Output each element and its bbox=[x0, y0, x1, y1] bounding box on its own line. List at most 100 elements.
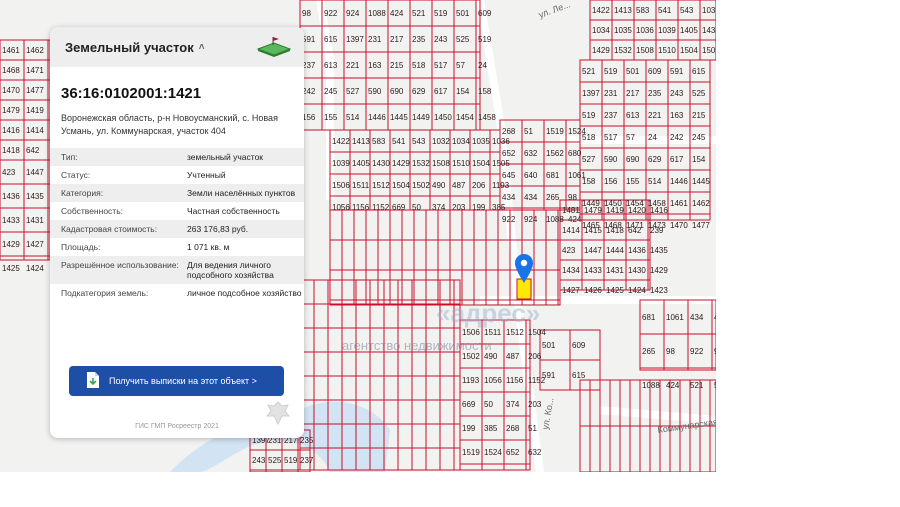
parcel-outline[interactable] bbox=[329, 209, 343, 241]
chevron-up-icon[interactable]: ˄ bbox=[199, 42, 205, 53]
parcel-outline[interactable] bbox=[629, 379, 641, 427]
parcel-outline[interactable] bbox=[579, 379, 591, 427]
parcel-outline[interactable] bbox=[355, 351, 371, 377]
parcel-outline[interactable] bbox=[313, 351, 329, 377]
parcel-outline[interactable] bbox=[341, 303, 357, 329]
parcel-outline[interactable] bbox=[413, 209, 427, 241]
parcel-outline[interactable] bbox=[689, 213, 711, 221]
parcel-outline[interactable] bbox=[663, 367, 689, 371]
parcel-outline[interactable] bbox=[329, 269, 343, 301]
card-header[interactable]: Земельный участок ˄ bbox=[50, 27, 304, 67]
parcel-outline[interactable] bbox=[341, 209, 355, 241]
parcel-outline[interactable] bbox=[397, 303, 413, 329]
parcel-outline[interactable] bbox=[383, 399, 399, 425]
parcel-outline[interactable] bbox=[369, 303, 385, 329]
parcel-outline[interactable] bbox=[313, 279, 329, 305]
parcel-outline[interactable] bbox=[389, 269, 403, 301]
parcel-outline[interactable] bbox=[411, 351, 427, 377]
get-extracts-button[interactable]: Получить выписки на этот объект > bbox=[69, 366, 284, 396]
parcel-outline[interactable] bbox=[629, 425, 641, 472]
parcel-outline[interactable] bbox=[619, 425, 631, 472]
parcel-outline[interactable] bbox=[453, 351, 461, 377]
parcel-outline[interactable] bbox=[327, 303, 343, 329]
parcel-outline[interactable] bbox=[365, 209, 379, 241]
parcel-outline[interactable] bbox=[461, 239, 475, 271]
parcel-outline[interactable] bbox=[667, 213, 691, 221]
parcel-outline[interactable] bbox=[327, 351, 343, 377]
parcel-outline[interactable] bbox=[709, 425, 716, 472]
parcel-outline[interactable] bbox=[353, 209, 367, 241]
parcel-outline[interactable] bbox=[281, 469, 299, 472]
parcel-outline[interactable] bbox=[699, 425, 711, 472]
parcel-outline[interactable] bbox=[425, 423, 441, 449]
parcel-outline[interactable] bbox=[521, 207, 545, 211]
parcel-outline[interactable] bbox=[589, 425, 601, 472]
parcel-outline[interactable] bbox=[485, 239, 499, 271]
parcel-outline[interactable] bbox=[327, 375, 343, 401]
parcel-outline[interactable] bbox=[459, 463, 483, 471]
parcel-outline[interactable] bbox=[389, 239, 403, 271]
parcel-outline[interactable] bbox=[365, 269, 379, 301]
parcel-outline[interactable] bbox=[425, 269, 439, 301]
parcel-outline[interactable] bbox=[579, 425, 591, 472]
parcel-outline[interactable] bbox=[439, 399, 455, 425]
parcel-outline[interactable] bbox=[413, 239, 427, 271]
parcel-outline[interactable] bbox=[327, 327, 343, 353]
parcel-outline[interactable] bbox=[609, 379, 621, 427]
parcel-outline[interactable] bbox=[449, 239, 463, 271]
parcel-outline[interactable] bbox=[413, 269, 427, 301]
parcel-outline[interactable] bbox=[23, 255, 49, 261]
parcel-outline[interactable] bbox=[425, 209, 439, 241]
parcel-outline[interactable] bbox=[401, 239, 415, 271]
parcel-outline[interactable] bbox=[0, 255, 25, 261]
parcel-outline[interactable] bbox=[341, 351, 357, 377]
parcel-outline[interactable] bbox=[425, 447, 441, 471]
parcel-outline[interactable] bbox=[485, 209, 499, 241]
parcel-outline[interactable] bbox=[639, 425, 651, 472]
parcel-outline[interactable] bbox=[461, 209, 475, 241]
parcel-outline[interactable] bbox=[411, 399, 427, 425]
parcel-outline[interactable] bbox=[369, 351, 385, 377]
parcel-outline[interactable] bbox=[545, 269, 559, 301]
parcel-outline[interactable] bbox=[545, 239, 559, 271]
parcel-outline[interactable] bbox=[439, 375, 455, 401]
parcel-outline[interactable] bbox=[353, 239, 367, 271]
parcel-outline[interactable] bbox=[609, 425, 621, 472]
parcel-outline[interactable] bbox=[473, 239, 487, 271]
parcel-outline[interactable] bbox=[365, 239, 379, 271]
parcel-outline[interactable] bbox=[525, 463, 531, 471]
parcel-outline[interactable] bbox=[313, 375, 329, 401]
parcel-outline[interactable] bbox=[711, 367, 716, 371]
parcel-outline[interactable] bbox=[461, 269, 475, 301]
parcel-outline[interactable] bbox=[397, 375, 413, 401]
parcel-outline[interactable] bbox=[383, 351, 399, 377]
parcel-outline[interactable] bbox=[401, 209, 415, 241]
parcel-outline[interactable] bbox=[383, 303, 399, 329]
parcel-outline[interactable] bbox=[341, 269, 355, 301]
parcel-outline[interactable] bbox=[619, 379, 631, 427]
parcel-outline[interactable] bbox=[679, 425, 691, 472]
parcel-outline[interactable] bbox=[437, 209, 451, 241]
parcel-outline[interactable] bbox=[397, 399, 413, 425]
parcel-outline[interactable] bbox=[411, 423, 427, 449]
parcel-outline[interactable] bbox=[341, 375, 357, 401]
parcel-outline[interactable] bbox=[411, 375, 427, 401]
parcel-outline[interactable] bbox=[377, 239, 391, 271]
parcel-outline[interactable] bbox=[355, 375, 371, 401]
parcel-outline[interactable] bbox=[389, 209, 403, 241]
parcel-outline[interactable] bbox=[377, 209, 391, 241]
parcel-outline[interactable] bbox=[297, 469, 311, 472]
parcel-outline[interactable] bbox=[533, 269, 547, 301]
parcel-outline[interactable] bbox=[503, 463, 527, 471]
parcel-outline[interactable] bbox=[449, 209, 463, 241]
parcel-outline[interactable] bbox=[313, 327, 329, 353]
parcel-outline[interactable] bbox=[383, 375, 399, 401]
parcel-outline[interactable] bbox=[599, 379, 611, 427]
parcel-outline[interactable] bbox=[397, 351, 413, 377]
parcel-outline[interactable] bbox=[437, 239, 451, 271]
parcel-outline[interactable] bbox=[411, 447, 427, 471]
parcel-outline[interactable] bbox=[355, 303, 371, 329]
parcel-outline[interactable] bbox=[473, 209, 487, 241]
parcel-outline[interactable] bbox=[639, 367, 665, 371]
parcel-outline[interactable] bbox=[453, 447, 461, 471]
